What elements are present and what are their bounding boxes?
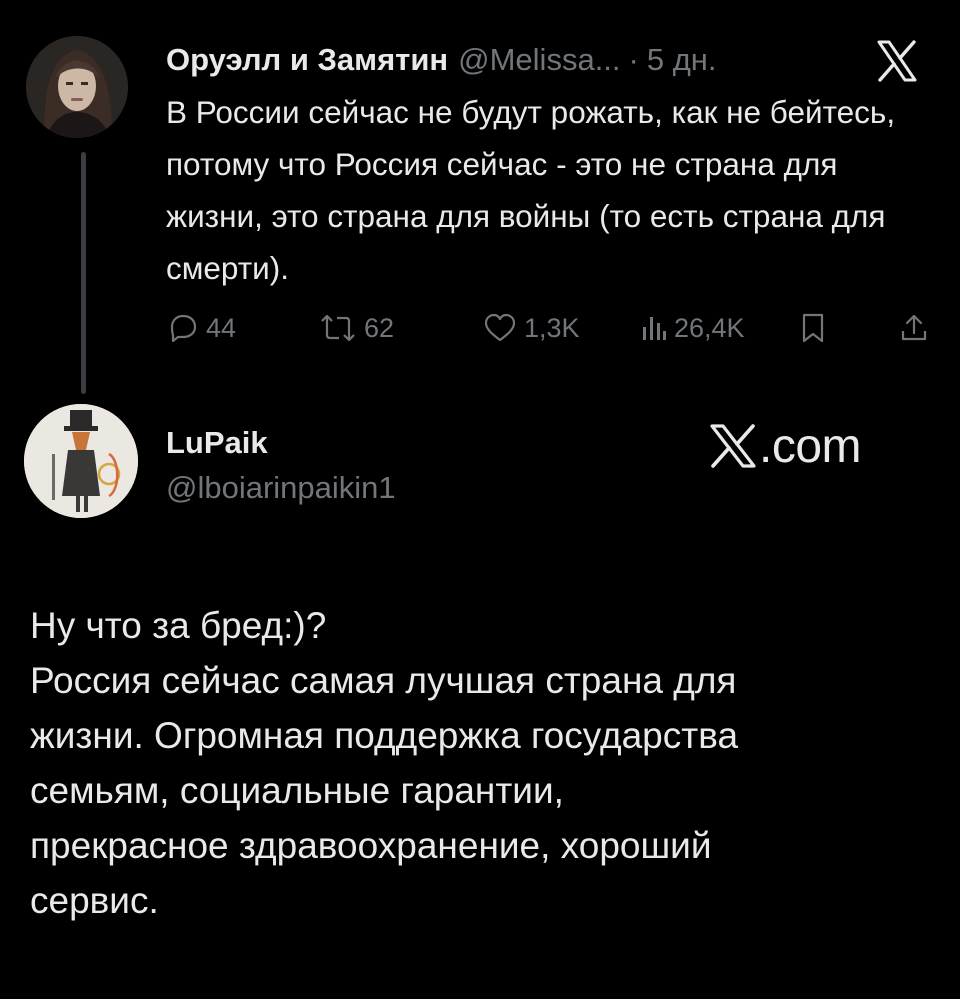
tweet-header: Оруэлл и Замятин @Melissa... · 5 дн. [166, 40, 717, 80]
like-icon [484, 313, 516, 342]
xcom-dot: . [759, 419, 772, 473]
avatar-portrait-icon [26, 36, 128, 138]
reply-text-line: семьям, социальные гарантии, [30, 770, 564, 811]
repost-icon [321, 314, 355, 342]
header-separator: · [628, 42, 639, 77]
author-name[interactable]: Оруэлл и Замятин [166, 42, 448, 78]
like-count: 1,3K [524, 312, 580, 343]
views-icon [643, 317, 666, 340]
reply-button[interactable]: 44 [166, 306, 236, 350]
reply-text: Ну что за бред:)? Россия сейчас самая лу… [30, 598, 935, 928]
tweet-text: В России сейчас не будут рожать, как не … [166, 94, 896, 286]
author-avatar[interactable] [26, 36, 128, 138]
repost-count: 62 [364, 312, 395, 343]
x-logo-icon [710, 424, 756, 468]
reply-text-line: сервис. [30, 880, 159, 921]
views-count: 26,4K [674, 312, 745, 343]
share-button[interactable] [898, 306, 930, 350]
bookmark-icon [802, 313, 824, 343]
bookmark-button[interactable] [798, 306, 828, 350]
xcom-watermark: . com [708, 418, 862, 474]
reply-text-line: Россия сейчас самая лучшая страна для [30, 660, 737, 701]
tweet-actions: 44 62 1,3K 26,4K [166, 306, 936, 350]
thread-line [81, 152, 86, 394]
reply-icon [170, 314, 197, 343]
reply-author-avatar[interactable] [24, 404, 138, 518]
reply-text-line: жизни. Огромная поддержка государства [30, 715, 739, 756]
like-button[interactable]: 1,3K [482, 306, 580, 350]
reply-text-line: Ну что за бред:)? [30, 605, 327, 646]
repost-button[interactable]: 62 [318, 306, 394, 350]
x-logo-icon [874, 38, 920, 84]
reply-text-line: прекрасное здравоохранение, хороший [30, 825, 712, 866]
reply-author-handle[interactable]: @lboiarinpaikin1 [166, 470, 396, 506]
xcom-text: com [771, 419, 862, 473]
avatar-illustration-icon [24, 404, 138, 518]
reply-author-name[interactable]: LuPaik [166, 425, 268, 461]
views-button[interactable]: 26,4K [640, 306, 745, 350]
author-handle[interactable]: @Melissa... [458, 42, 620, 78]
tweet-timestamp[interactable]: 5 дн. [647, 42, 717, 78]
share-icon [901, 314, 927, 341]
reply-count: 44 [206, 312, 237, 343]
